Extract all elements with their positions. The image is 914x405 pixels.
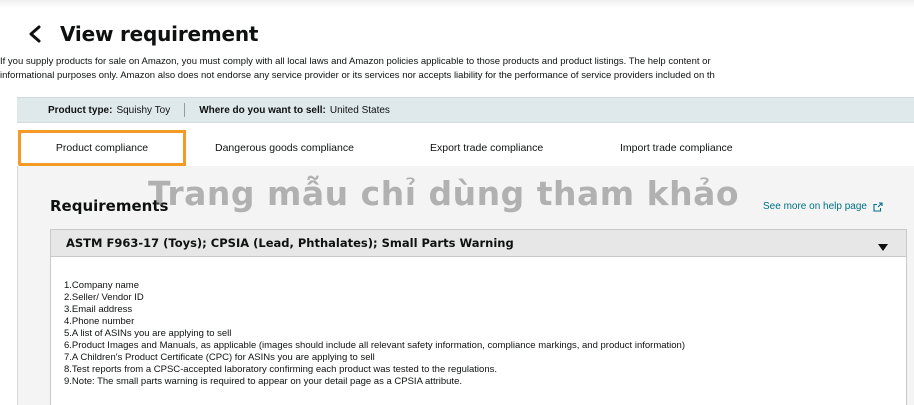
accordion-title: ASTM F963-17 (Toys); CPSIA (Lead, Phthal… [66, 236, 514, 250]
meta-divider [184, 103, 186, 117]
requirements-heading: Requirements [50, 197, 169, 215]
list-item: 6.Product Images and Manuals, as applica… [64, 340, 685, 351]
product-type-group: Product type: Squishy Toy [48, 105, 170, 116]
product-type-value: Squishy Toy [116, 104, 171, 116]
sell-location-value: United States [329, 104, 390, 116]
list-item: 4.Phone number [64, 316, 135, 327]
sell-location-group: Where do you want to sell: United States [199, 105, 390, 116]
page-header: View requirement [22, 18, 258, 50]
product-type-label: Product type: [48, 104, 113, 116]
tab-product-compliance[interactable]: Product compliance [18, 130, 186, 166]
help-link-label: See more on help page [763, 201, 867, 212]
view-requirement-page: View requirement If you supply products … [0, 0, 914, 405]
tab-import-trade-compliance[interactable]: Import trade compliance [620, 130, 733, 166]
sell-location-label: Where do you want to sell: [199, 104, 326, 116]
top-shadow [0, 0, 914, 8]
compliance-disclaimer: If you supply products for sale on Amazo… [0, 55, 914, 83]
tab-export-trade-compliance[interactable]: Export trade compliance [430, 130, 543, 166]
list-item: 9.Note: The small parts warning is requi… [64, 376, 462, 387]
page-title: View requirement [60, 22, 259, 46]
disclaimer-line: If you supply products for sale on Amazo… [0, 56, 711, 67]
list-item: 8.Test reports from a CPSC-accepted labo… [64, 364, 497, 375]
compliance-tabs: Product compliance Dangerous goods compl… [17, 130, 914, 167]
list-item: 7.A Children's Product Certificate (CPC)… [64, 352, 375, 363]
list-item: 5.A list of ASINs you are applying to se… [64, 328, 232, 339]
list-item: 3.Email address [64, 304, 133, 315]
disclaimer-line: informational purposes only. Amazon also… [0, 70, 715, 81]
chevron-left-icon[interactable] [22, 21, 48, 47]
list-item: 1.Company name [64, 280, 139, 291]
requirement-accordion-header[interactable]: ASTM F963-17 (Toys); CPSIA (Lead, Phthal… [50, 229, 907, 257]
caret-down-icon[interactable] [878, 239, 888, 257]
external-link-icon [873, 201, 883, 212]
requirement-list: 1.Company name 2.Seller/ Vendor ID 3.Ema… [64, 280, 685, 388]
help-page-link[interactable]: See more on help page [763, 201, 883, 212]
product-meta-bar: Product type: Squishy Toy Where do you w… [17, 97, 914, 123]
list-item: 2.Seller/ Vendor ID [64, 292, 144, 303]
tab-dangerous-goods-compliance[interactable]: Dangerous goods compliance [215, 130, 354, 166]
